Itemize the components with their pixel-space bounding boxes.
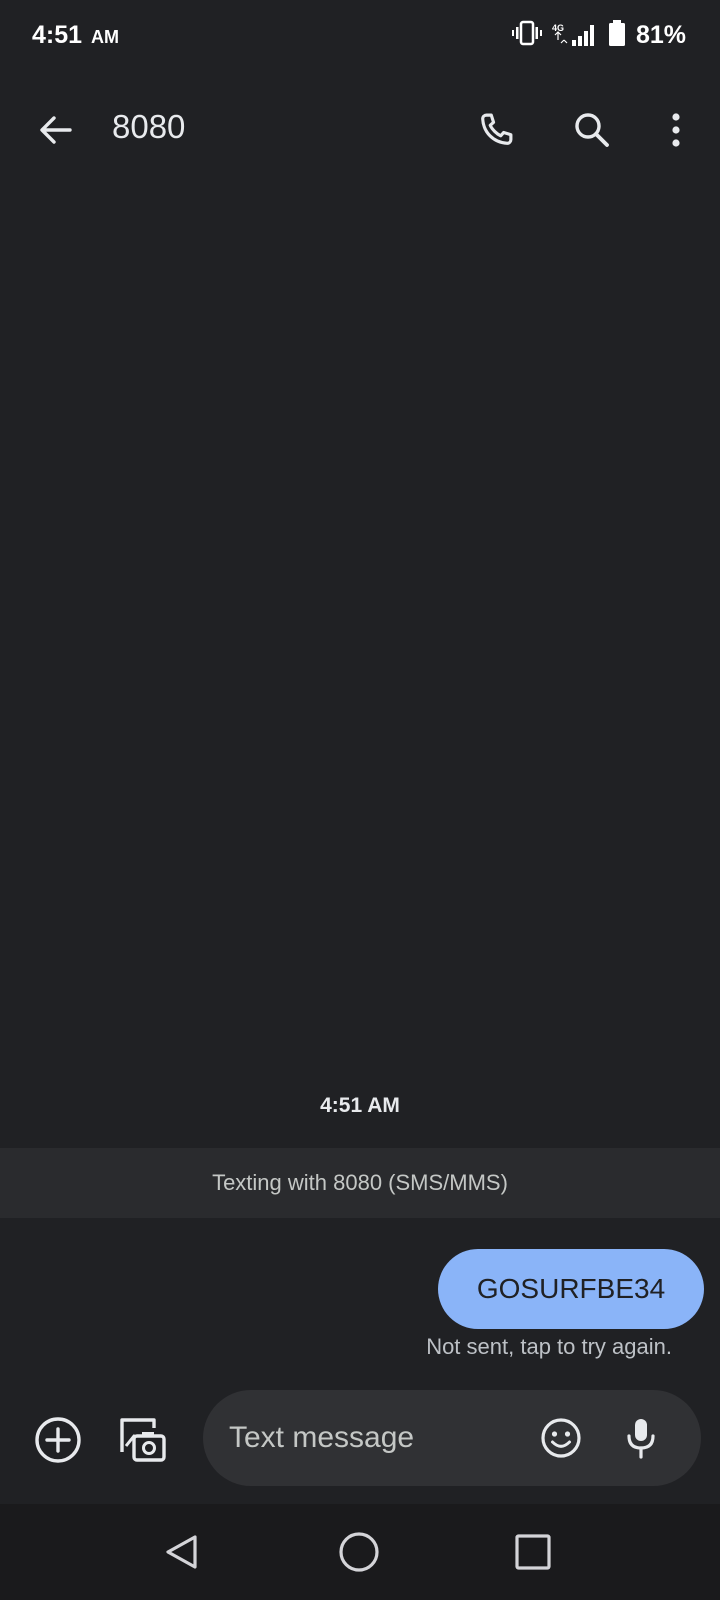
- square-recents-icon: [515, 1534, 551, 1570]
- emoji-button[interactable]: [537, 1414, 585, 1462]
- status-bar: 4:51 AM 4G 81%: [0, 0, 720, 70]
- mic-icon: [627, 1419, 655, 1459]
- nav-home-button[interactable]: [337, 1530, 381, 1574]
- status-clock: 4:51: [32, 20, 83, 49]
- conversation-title: 8080: [112, 108, 186, 145]
- add-circle-icon: [35, 1417, 81, 1463]
- triangle-back-icon: [166, 1535, 197, 1569]
- outgoing-message-bubble[interactable]: GOSURFBE34: [438, 1249, 704, 1329]
- battery-icon: [608, 19, 626, 51]
- network-icon: 4G: [552, 22, 598, 48]
- texting-banner: Texting with 8080 (SMS/MMS): [0, 1148, 720, 1218]
- back-button[interactable]: [30, 104, 82, 156]
- nav-recents-button[interactable]: [511, 1530, 555, 1574]
- call-button[interactable]: [470, 104, 522, 156]
- status-time: 4:51 AM: [32, 21, 119, 50]
- gallery-button[interactable]: [114, 1412, 170, 1468]
- search-button[interactable]: [566, 104, 618, 156]
- voice-input-button[interactable]: [617, 1414, 665, 1462]
- search-icon: [575, 113, 609, 147]
- app-bar: 8080: [0, 80, 720, 180]
- system-nav-bar: [0, 1504, 720, 1600]
- status-ampm: AM: [91, 26, 119, 47]
- more-vert-icon: [672, 113, 680, 147]
- vibrate-icon: [511, 20, 542, 51]
- nav-back-button[interactable]: [160, 1530, 204, 1574]
- circle-home-icon: [339, 1532, 379, 1572]
- message-status-retry[interactable]: Not sent, tap to try again.: [426, 1334, 672, 1360]
- phone-icon: [481, 113, 513, 145]
- add-attachment-button[interactable]: [32, 1414, 84, 1466]
- compose-bar: [0, 1388, 720, 1488]
- message-compose-field[interactable]: [203, 1390, 701, 1486]
- arrow-back-icon: [40, 116, 72, 144]
- message-input[interactable]: [229, 1414, 519, 1462]
- more-options-button[interactable]: [650, 104, 702, 156]
- message-timestamp: 4:51 AM: [320, 1094, 400, 1117]
- emoji-icon: [541, 1418, 581, 1458]
- status-icons: 4G 81%: [511, 19, 686, 51]
- message-text: GOSURFBE34: [476, 1273, 666, 1304]
- gallery-camera-icon: [120, 1418, 166, 1462]
- battery-percent: 81%: [635, 20, 686, 49]
